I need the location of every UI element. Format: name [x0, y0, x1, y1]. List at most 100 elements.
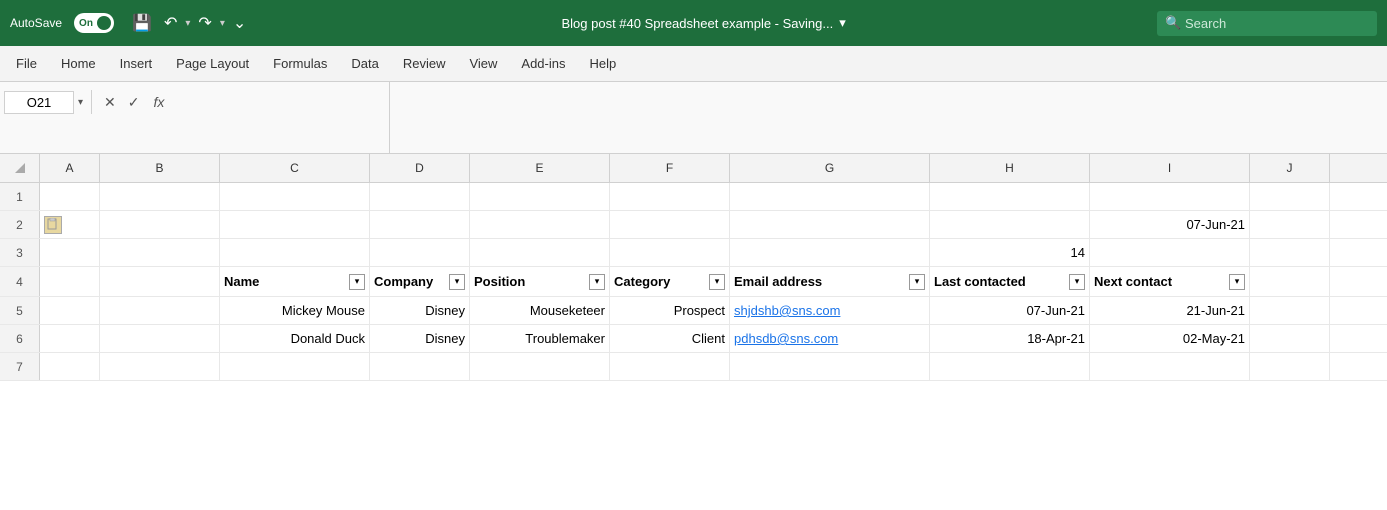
cell-f4[interactable]: Category ▾ — [610, 267, 730, 296]
row-num-7[interactable]: 7 — [0, 353, 40, 380]
cell-h6[interactable]: 18-Apr-21 — [930, 325, 1090, 352]
cell-j3[interactable] — [1250, 239, 1330, 266]
name-box-dropdown-icon[interactable]: ▾ — [78, 97, 83, 108]
cell-j7[interactable] — [1250, 353, 1330, 380]
undo-icon[interactable]: ↶ — [160, 11, 181, 35]
paste-icon[interactable] — [44, 216, 62, 234]
cell-b5[interactable] — [100, 297, 220, 324]
cell-a2[interactable] — [40, 211, 100, 238]
menu-review[interactable]: Review — [391, 50, 458, 77]
menu-file[interactable]: File — [4, 50, 49, 77]
col-header-i[interactable]: I — [1090, 154, 1250, 182]
cell-a4[interactable] — [40, 267, 100, 296]
menu-data[interactable]: Data — [339, 50, 390, 77]
filter-company-button[interactable]: ▾ — [449, 274, 465, 290]
cell-i1[interactable] — [1090, 183, 1250, 210]
cell-d6[interactable]: Disney — [370, 325, 470, 352]
cell-i2[interactable]: 07-Jun-21 — [1090, 211, 1250, 238]
cell-i5[interactable]: 21-Jun-21 — [1090, 297, 1250, 324]
title-dropdown-icon[interactable]: ▾ — [839, 15, 846, 31]
cell-h1[interactable] — [930, 183, 1090, 210]
filter-email-button[interactable]: ▾ — [909, 274, 925, 290]
cell-c2[interactable] — [220, 211, 370, 238]
cell-g6[interactable]: pdhsdb@sns.com — [730, 325, 930, 352]
customize-icon[interactable]: ⌄ — [229, 11, 250, 35]
cell-c4[interactable]: Name ▾ — [220, 267, 370, 296]
cell-g2[interactable] — [730, 211, 930, 238]
cell-c1[interactable] — [220, 183, 370, 210]
row-num-3[interactable]: 3 — [0, 239, 40, 266]
col-header-d[interactable]: D — [370, 154, 470, 182]
menu-page-layout[interactable]: Page Layout — [164, 50, 261, 77]
cell-d4[interactable]: Company ▾ — [370, 267, 470, 296]
menu-formulas[interactable]: Formulas — [261, 50, 339, 77]
cell-b4[interactable] — [100, 267, 220, 296]
cell-g1[interactable] — [730, 183, 930, 210]
col-header-h[interactable]: H — [930, 154, 1090, 182]
cell-f3[interactable] — [610, 239, 730, 266]
cell-g4[interactable]: Email address ▾ — [730, 267, 930, 296]
cell-b1[interactable] — [100, 183, 220, 210]
cell-e5[interactable]: Mouseketeer — [470, 297, 610, 324]
cell-e6[interactable]: Troublemaker — [470, 325, 610, 352]
cell-f5[interactable]: Prospect — [610, 297, 730, 324]
cancel-icon[interactable]: ✕ — [100, 94, 120, 111]
cell-c6[interactable]: Donald Duck — [220, 325, 370, 352]
filter-name-button[interactable]: ▾ — [349, 274, 365, 290]
redo-dropdown-icon[interactable]: ▾ — [220, 18, 225, 29]
cell-f7[interactable] — [610, 353, 730, 380]
cell-i3[interactable] — [1090, 239, 1250, 266]
cell-i4[interactable]: Next contact ▾ — [1090, 267, 1250, 296]
cell-d5[interactable]: Disney — [370, 297, 470, 324]
cell-h2[interactable] — [930, 211, 1090, 238]
cell-a5[interactable] — [40, 297, 100, 324]
cell-c3[interactable] — [220, 239, 370, 266]
row-num-1[interactable]: 1 — [0, 183, 40, 210]
filter-last-contacted-button[interactable]: ▾ — [1069, 274, 1085, 290]
redo-icon[interactable]: ↷ — [194, 11, 215, 35]
filter-position-button[interactable]: ▾ — [589, 274, 605, 290]
col-header-c[interactable]: C — [220, 154, 370, 182]
cell-g5[interactable]: shjdshb@sns.com — [730, 297, 930, 324]
col-header-a[interactable]: A — [40, 154, 100, 182]
cell-h5[interactable]: 07-Jun-21 — [930, 297, 1090, 324]
cell-e7[interactable] — [470, 353, 610, 380]
col-header-j[interactable]: J — [1250, 154, 1330, 182]
autosave-toggle[interactable]: On — [74, 13, 114, 33]
col-header-f[interactable]: F — [610, 154, 730, 182]
cell-j5[interactable] — [1250, 297, 1330, 324]
cell-b2[interactable] — [100, 211, 220, 238]
cell-d1[interactable] — [370, 183, 470, 210]
menu-help[interactable]: Help — [577, 50, 628, 77]
cell-f2[interactable] — [610, 211, 730, 238]
row-num-4[interactable]: 4 — [0, 267, 40, 296]
cell-b3[interactable] — [100, 239, 220, 266]
cell-h3[interactable]: 14 — [930, 239, 1090, 266]
cell-i7[interactable] — [1090, 353, 1250, 380]
col-header-b[interactable]: B — [100, 154, 220, 182]
cell-a1[interactable] — [40, 183, 100, 210]
row-num-5[interactable]: 5 — [0, 297, 40, 324]
cell-reference-box[interactable] — [4, 91, 74, 114]
col-header-e[interactable]: E — [470, 154, 610, 182]
menu-home[interactable]: Home — [49, 50, 108, 77]
cell-a3[interactable] — [40, 239, 100, 266]
cell-g7[interactable] — [730, 353, 930, 380]
menu-view[interactable]: View — [457, 50, 509, 77]
cell-f1[interactable] — [610, 183, 730, 210]
filter-category-button[interactable]: ▾ — [709, 274, 725, 290]
cell-f6[interactable]: Client — [610, 325, 730, 352]
cell-h7[interactable] — [930, 353, 1090, 380]
cell-c5[interactable]: Mickey Mouse — [220, 297, 370, 324]
cell-d3[interactable] — [370, 239, 470, 266]
cell-e1[interactable] — [470, 183, 610, 210]
row-num-6[interactable]: 6 — [0, 325, 40, 352]
col-header-g[interactable]: G — [730, 154, 930, 182]
cell-c7[interactable] — [220, 353, 370, 380]
undo-dropdown-icon[interactable]: ▾ — [185, 18, 190, 29]
cell-b6[interactable] — [100, 325, 220, 352]
cell-i6[interactable]: 02-May-21 — [1090, 325, 1250, 352]
cell-j1[interactable] — [1250, 183, 1330, 210]
cell-e2[interactable] — [470, 211, 610, 238]
row-num-2[interactable]: 2 — [0, 211, 40, 238]
